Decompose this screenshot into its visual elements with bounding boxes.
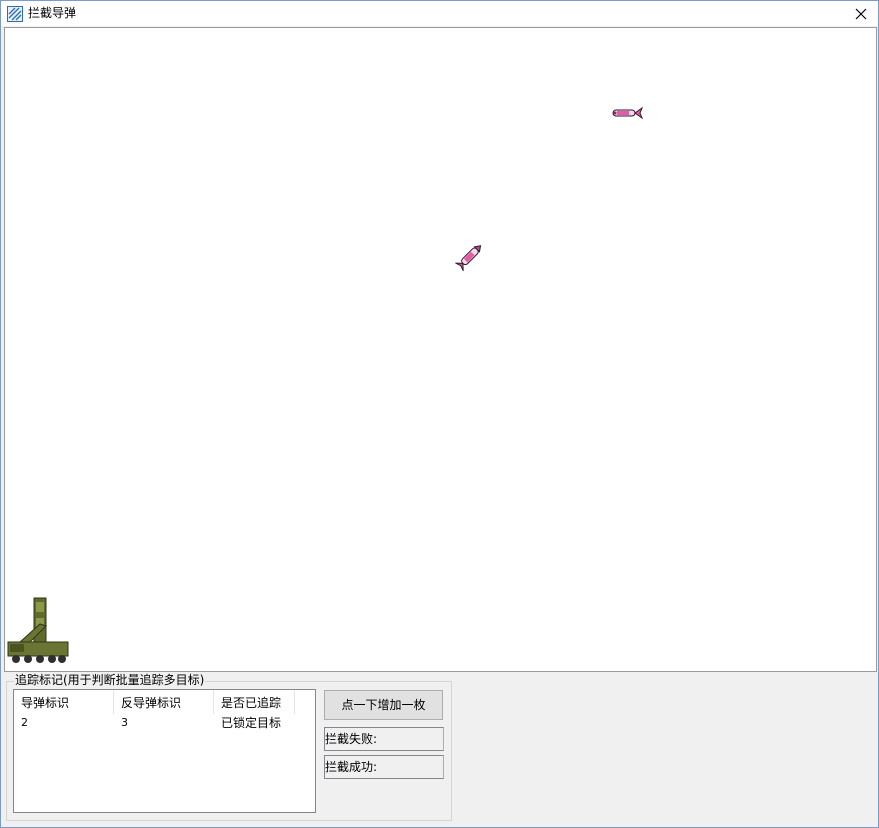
missile-sprite-icon bbox=[612, 106, 644, 120]
listview-header: 导弹标识 反导弹标识 是否已追踪 bbox=[14, 690, 315, 714]
intercept-success-label: 拦截成功: bbox=[324, 755, 444, 779]
table-row[interactable]: 2 3 已锁定目标 bbox=[14, 715, 315, 732]
tracking-groupbox-caption: 追踪标记(用于判断批量追踪多目标) bbox=[14, 673, 206, 688]
cell-missile-id: 2 bbox=[21, 716, 28, 729]
cell-tracked-status: 已锁定目标 bbox=[221, 716, 282, 730]
battle-canvas[interactable] bbox=[4, 27, 877, 672]
column-header-missile-id[interactable]: 导弹标识 bbox=[14, 690, 114, 714]
intercept-fail-label: 拦截失败: bbox=[324, 727, 444, 751]
add-missile-button[interactable]: 点一下增加一枚 bbox=[324, 690, 443, 720]
main-window: 拦截导弹 追踪标记(用于判断批量追踪多目标) 导弹标识 反导弹标识 是否已追踪 … bbox=[0, 0, 879, 828]
tracking-listview[interactable]: 导弹标识 反导弹标识 是否已追踪 2 3 已锁定目标 bbox=[13, 689, 316, 813]
column-header-tracked[interactable]: 是否已追踪 bbox=[214, 690, 295, 714]
window-title: 拦截导弹 bbox=[28, 6, 77, 20]
close-button[interactable] bbox=[844, 1, 878, 26]
anti-missile-sprite-icon bbox=[455, 245, 482, 272]
close-icon bbox=[855, 8, 867, 19]
column-header-anti-missile-id[interactable]: 反导弹标识 bbox=[114, 690, 214, 714]
title-bar[interactable]: 拦截导弹 bbox=[1, 1, 878, 26]
cell-anti-missile-id: 3 bbox=[121, 716, 128, 729]
app-icon bbox=[7, 6, 23, 22]
launcher-vehicle-icon[interactable] bbox=[6, 596, 70, 666]
